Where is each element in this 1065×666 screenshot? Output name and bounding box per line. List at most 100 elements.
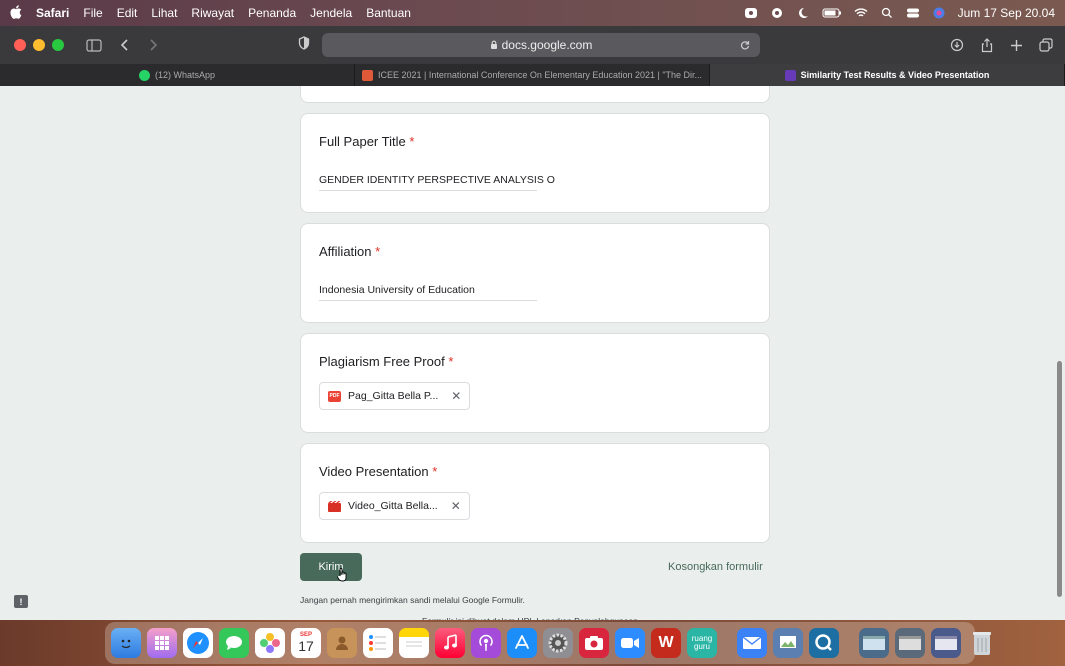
question-card-plagiarism-proof: Plagiarism Free Proof * PDF Pag_Gitta Be… — [300, 333, 770, 433]
minimized-window-3[interactable] — [931, 628, 961, 658]
contacts-icon[interactable] — [327, 628, 357, 658]
circle-status-icon[interactable] — [770, 7, 784, 19]
safari-app-icon[interactable] — [183, 628, 213, 658]
uploaded-file-chip[interactable]: Video_Gitta Bella... ✕ — [319, 492, 470, 520]
finder-icon[interactable] — [111, 628, 141, 658]
messages-icon[interactable] — [219, 628, 249, 658]
launchpad-icon[interactable] — [147, 628, 177, 658]
tab-whatsapp[interactable]: (12) WhatsApp — [0, 64, 355, 86]
tab-bar: (12) WhatsApp ICEE 2021 | International … — [0, 64, 1065, 86]
icee-icon — [361, 69, 373, 81]
system-preferences-icon[interactable] — [543, 628, 573, 658]
trash-icon[interactable] — [967, 628, 997, 658]
notes-icon[interactable] — [399, 628, 429, 658]
safari-toolbar: docs.google.com — [0, 26, 1065, 64]
question-card-video-presentation: Video Presentation * Video_Gitta Bella..… — [300, 443, 770, 543]
menubar-datetime[interactable]: Jum 17 Sep 20.04 — [958, 6, 1055, 20]
tab-label: Similarity Test Results & Video Presenta… — [800, 70, 990, 80]
apple-icon[interactable] — [10, 4, 22, 22]
minimized-window-2[interactable] — [895, 628, 925, 658]
required-asterisk: * — [432, 464, 438, 479]
mail-icon[interactable] — [737, 628, 767, 658]
wifi-icon[interactable] — [854, 7, 868, 19]
menu-bookmarks[interactable]: Penanda — [248, 6, 296, 20]
ruangguru-icon[interactable]: ruang guru — [687, 628, 717, 658]
required-asterisk: * — [375, 244, 381, 259]
menu-help[interactable]: Bantuan — [366, 6, 411, 20]
question-card-affiliation: Affiliation * Indonesia University of Ed… — [300, 223, 770, 323]
app-store-icon[interactable] — [507, 628, 537, 658]
reload-icon[interactable] — [740, 40, 750, 50]
required-asterisk: * — [409, 134, 415, 149]
preview-icon[interactable] — [773, 628, 803, 658]
lock-icon — [490, 40, 497, 49]
new-tab-icon[interactable] — [1010, 39, 1023, 52]
zoom-icon[interactable] — [615, 628, 645, 658]
tab-icee[interactable]: ICEE 2021 | International Conference On … — [355, 64, 710, 86]
screen-record-icon[interactable] — [744, 7, 758, 19]
dock: SEP 17 W ruang guru — [105, 622, 991, 664]
privacy-shield-icon[interactable] — [298, 36, 310, 50]
address-bar[interactable]: docs.google.com — [322, 33, 760, 57]
toolbar-nav-group — [86, 38, 158, 52]
menu-window[interactable]: Jendela — [310, 6, 352, 20]
input-underline — [319, 300, 537, 301]
whatsapp-icon — [138, 69, 150, 81]
window-controls — [14, 39, 64, 51]
photo-booth-icon[interactable] — [579, 628, 609, 658]
share-icon[interactable] — [980, 37, 994, 53]
uploaded-file-chip[interactable]: PDF Pag_Gitta Bella P... ✕ — [319, 382, 471, 410]
password-warning-text: Jangan pernah mengirimkan sandi melalui … — [300, 595, 525, 605]
reminders-icon[interactable] — [363, 628, 393, 658]
photos-icon[interactable] — [255, 628, 285, 658]
downloads-icon[interactable] — [950, 38, 964, 52]
wps-office-icon[interactable]: W — [651, 628, 681, 658]
tab-label: ICEE 2021 | International Conference On … — [377, 70, 703, 80]
tab-label: (12) WhatsApp — [154, 70, 216, 80]
menu-edit[interactable]: Edit — [117, 6, 138, 20]
menu-view[interactable]: Lihat — [151, 6, 177, 20]
close-window-button[interactable] — [14, 39, 26, 51]
moon-icon[interactable] — [796, 7, 810, 19]
question-title: Affiliation * — [319, 244, 381, 259]
tab-overview-icon[interactable] — [1039, 38, 1053, 52]
video-file-icon — [328, 500, 341, 512]
remove-file-icon[interactable]: ✕ — [451, 389, 461, 403]
menu-bar: Safari File Edit Lihat Riwayat Penanda J… — [0, 0, 1065, 26]
question-title: Full Paper Title * — [319, 134, 415, 149]
page-scrollbar[interactable] — [1057, 361, 1062, 597]
question-title: Plagiarism Free Proof * — [319, 354, 454, 369]
control-center-icon[interactable] — [906, 7, 920, 19]
calendar-day: 17 — [298, 638, 314, 654]
quicktime-icon[interactable] — [809, 628, 839, 658]
submit-button[interactable]: Kirim — [300, 553, 362, 581]
podcasts-icon[interactable] — [471, 628, 501, 658]
forward-icon[interactable] — [148, 38, 158, 52]
menu-history[interactable]: Riwayat — [191, 6, 234, 20]
calendar-icon[interactable]: SEP 17 — [291, 628, 321, 658]
affiliation-input[interactable]: Indonesia University of Education — [319, 284, 475, 296]
zoom-window-button[interactable] — [52, 39, 64, 51]
full-paper-title-input[interactable]: GENDER IDENTITY PERSPECTIVE ANALYSIS O — [319, 174, 555, 186]
back-icon[interactable] — [120, 38, 130, 52]
question-title: Video Presentation * — [319, 464, 438, 479]
remove-file-icon[interactable]: ✕ — [451, 499, 461, 513]
menu-safari[interactable]: Safari — [36, 6, 69, 20]
clear-form-link[interactable]: Kosongkan formulir — [668, 561, 763, 573]
minimize-window-button[interactable] — [33, 39, 45, 51]
toolbar-right-group — [950, 26, 1053, 64]
search-icon[interactable] — [880, 7, 894, 19]
tab-similarity-form[interactable]: Similarity Test Results & Video Presenta… — [710, 64, 1065, 86]
sidebar-icon[interactable] — [86, 38, 102, 52]
battery-icon[interactable] — [822, 7, 842, 19]
minimized-window-1[interactable] — [859, 628, 889, 658]
previous-question-card — [300, 86, 770, 103]
music-icon[interactable] — [435, 628, 465, 658]
screen: Safari File Edit Lihat Riwayat Penanda J… — [0, 0, 1065, 666]
siri-icon[interactable] — [932, 7, 946, 19]
input-underline — [319, 190, 537, 191]
file-name: Pag_Gitta Bella P... — [348, 390, 439, 402]
menu-file[interactable]: File — [83, 6, 102, 20]
report-feedback-icon[interactable]: ! — [14, 595, 28, 608]
file-name: Video_Gitta Bella... — [348, 500, 438, 512]
